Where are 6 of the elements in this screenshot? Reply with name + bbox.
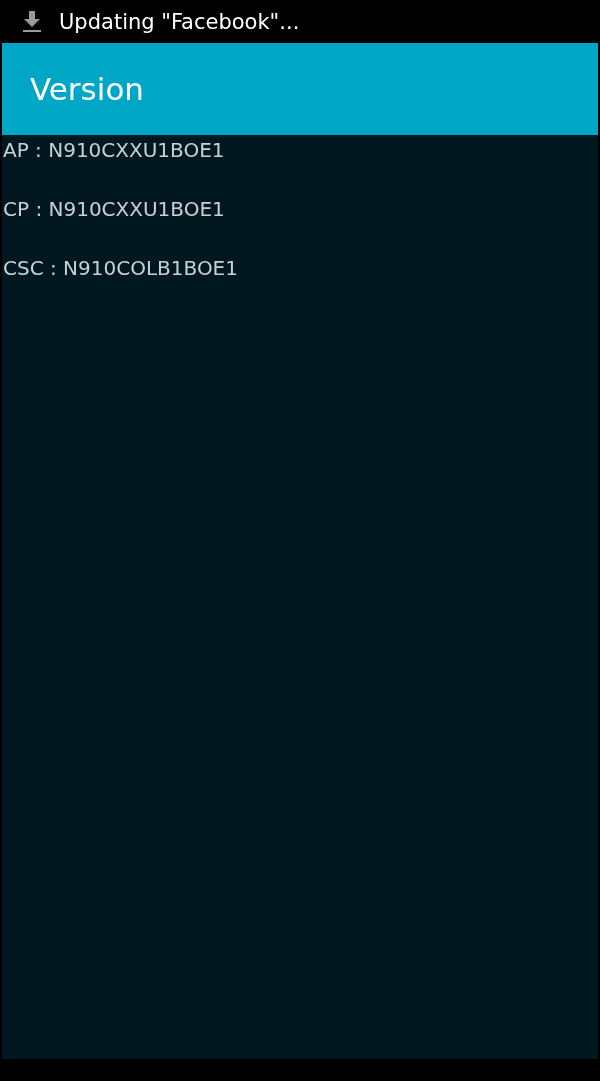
notification-text: Updating "Facebook"... <box>59 9 300 34</box>
version-text: CP : N910CXXU1BOE1 <box>2 198 226 221</box>
screen-title: Version <box>30 71 144 107</box>
version-text: AP : N910CXXU1BOE1 <box>2 139 226 162</box>
version-text: CSC : N910COLB1BOE1 <box>2 257 239 280</box>
download-icon <box>22 10 42 33</box>
